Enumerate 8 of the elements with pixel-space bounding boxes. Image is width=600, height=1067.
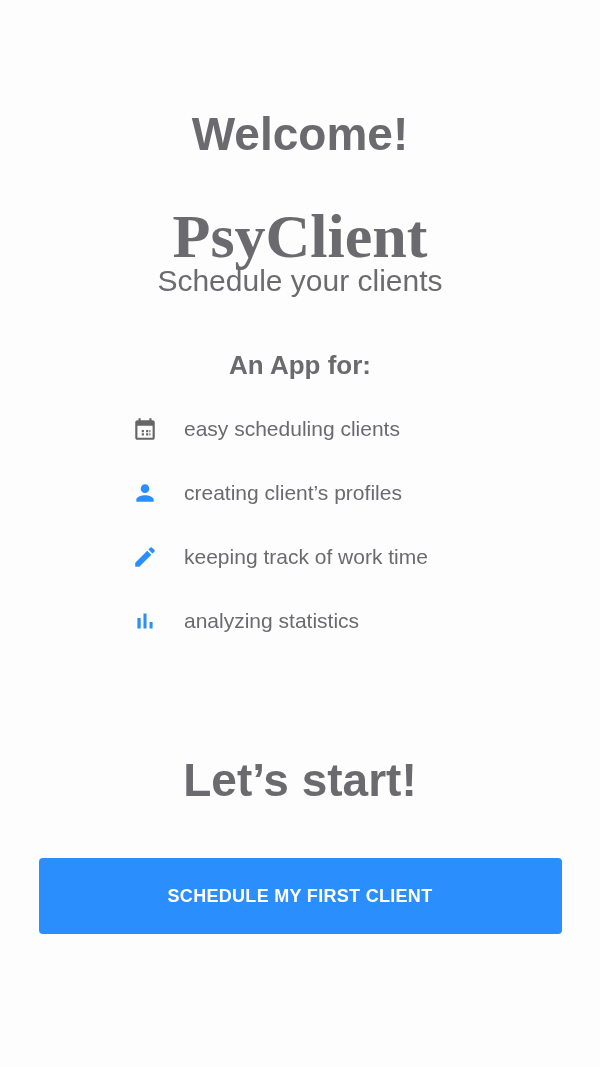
feature-text: creating client’s profiles <box>184 481 402 505</box>
start-heading: Let’s start! <box>183 753 417 808</box>
welcome-heading: Welcome! <box>191 107 409 162</box>
schedule-button[interactable]: SCHEDULE MY FIRST CLIENT <box>38 858 562 934</box>
feature-text: easy scheduling clients <box>184 417 400 441</box>
features-heading: An App for: <box>229 350 371 380</box>
feature-text: keeping track of work time <box>184 545 428 569</box>
feature-text: analyzing statistics <box>184 609 360 633</box>
